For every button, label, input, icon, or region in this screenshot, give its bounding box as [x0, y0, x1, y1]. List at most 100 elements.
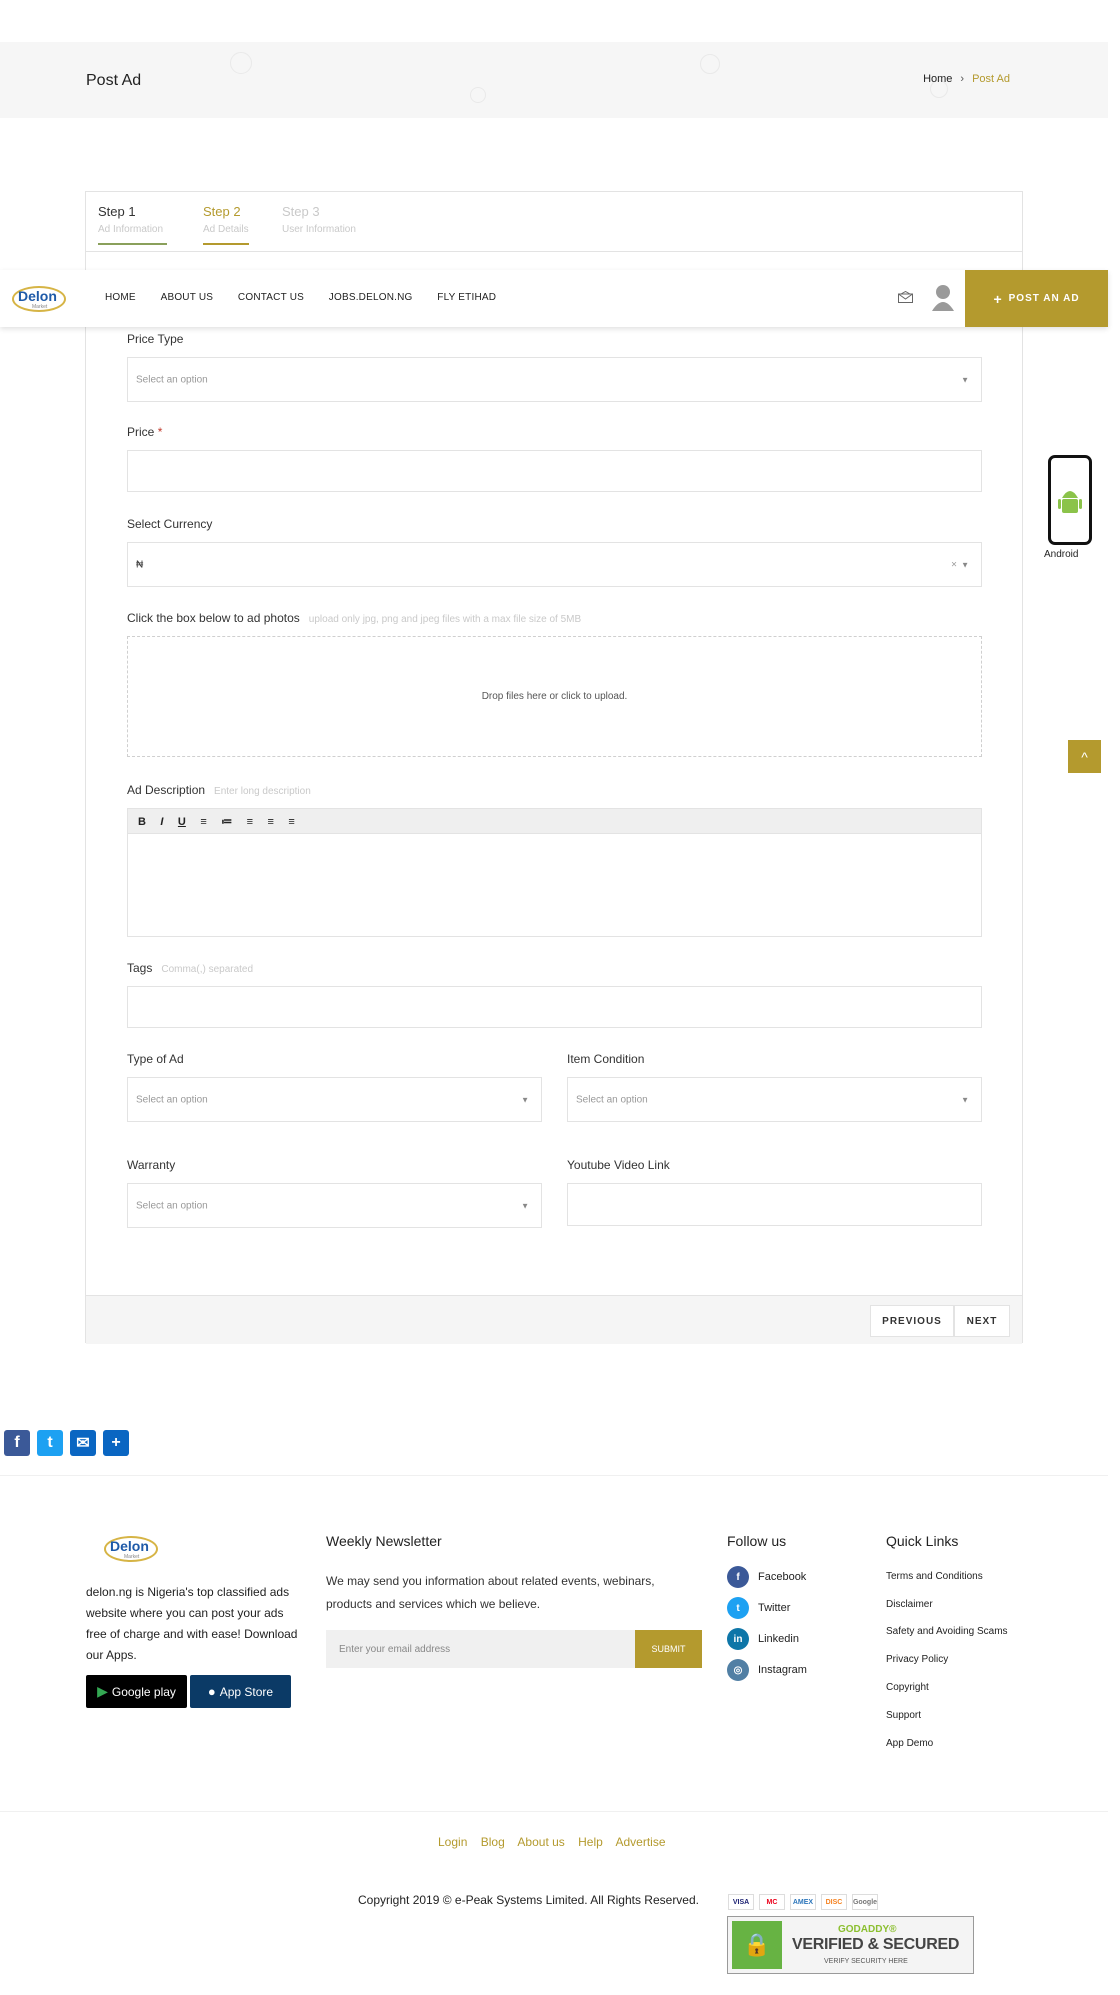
nav-fly-etihad[interactable]: FLY ETIHAD: [437, 292, 496, 303]
price-input[interactable]: [127, 450, 982, 492]
android-icon: [1053, 466, 1087, 532]
unordered-list-icon[interactable]: ≔: [221, 815, 232, 828]
facebook-icon: f: [727, 1566, 749, 1588]
align-right-icon[interactable]: ≡: [288, 816, 294, 828]
clear-icon[interactable]: ×: [951, 559, 957, 570]
footer-divider: [0, 1475, 1108, 1476]
page-banner: Post Ad Home › Post Ad: [0, 42, 1108, 118]
linkedin-icon: in: [727, 1628, 749, 1650]
bottom-link-help[interactable]: Help: [578, 1835, 603, 1849]
quick-link-disclaimer[interactable]: Disclaimer: [886, 1599, 933, 1610]
logo-text: Delon: [18, 288, 57, 304]
quick-link-privacy[interactable]: Privacy Policy: [886, 1654, 948, 1665]
lock-icon: 🔒: [732, 1921, 782, 1969]
quick-link-terms[interactable]: Terms and Conditions: [886, 1571, 983, 1582]
play-icon: ▶: [97, 1683, 108, 1699]
newsletter-email-input[interactable]: Enter your email address: [326, 1630, 635, 1668]
follow-linkedin[interactable]: in Linkedin: [727, 1628, 799, 1650]
twitter-share-icon[interactable]: t: [37, 1430, 63, 1456]
follow-us-title: Follow us: [727, 1533, 787, 1549]
breadcrumb-separator: ›: [960, 73, 965, 85]
quick-link-support[interactable]: Support: [886, 1710, 921, 1721]
quick-link-app-demo[interactable]: App Demo: [886, 1738, 933, 1749]
nav-jobs[interactable]: JOBS.DELON.NG: [329, 292, 413, 303]
price-type-select[interactable]: Select an option ▼: [127, 357, 982, 402]
bottom-link-blog[interactable]: Blog: [481, 1835, 505, 1849]
type-of-ad-select[interactable]: Select an option ▼: [127, 1077, 542, 1122]
scroll-to-top-button[interactable]: ^: [1068, 740, 1101, 773]
next-button[interactable]: NEXT: [954, 1305, 1010, 1337]
description-label-text: Ad Description: [127, 783, 206, 797]
footer-logo[interactable]: Delon Market: [104, 1534, 158, 1564]
follow-twitter[interactable]: t Twitter: [727, 1597, 790, 1619]
align-center-icon[interactable]: ≡: [268, 816, 274, 828]
item-condition-select[interactable]: Select an option ▼: [567, 1077, 982, 1122]
follow-instagram[interactable]: ◎ Instagram: [727, 1659, 807, 1681]
instagram-icon: ◎: [727, 1659, 749, 1681]
breadcrumb-home[interactable]: Home: [923, 73, 952, 85]
logo-subtext: Market: [124, 1554, 140, 1560]
user-avatar-icon[interactable]: [931, 283, 955, 313]
currency-value: ₦: [136, 559, 144, 570]
app-store-badge[interactable]: ● App Store: [190, 1675, 291, 1708]
description-editor[interactable]: [127, 834, 982, 937]
step-2-tab[interactable]: Step 2 Ad Details: [203, 204, 249, 245]
step-1-label: Step 1: [98, 204, 136, 219]
follow-instagram-label: Instagram: [758, 1664, 807, 1676]
bottom-link-about[interactable]: About us: [517, 1835, 564, 1849]
payment-cards: VISA MC AMEX DISC Google: [728, 1894, 883, 1910]
delon-logo[interactable]: Delon Market: [12, 284, 66, 314]
breadcrumb: Home › Post Ad: [923, 73, 1010, 85]
tags-hint: Comma(,) separated: [161, 964, 254, 975]
google-play-badge[interactable]: ▶ Google play: [86, 1675, 187, 1708]
bottom-link-login[interactable]: Login: [438, 1835, 467, 1849]
bottom-link-advertise[interactable]: Advertise: [616, 1835, 666, 1849]
newsletter-submit-button[interactable]: SUBMIT: [635, 1630, 702, 1668]
footer-about-text: delon.ng is Nigeria's top classified ads…: [86, 1585, 298, 1662]
follow-twitter-label: Twitter: [758, 1602, 791, 1614]
google-pay-icon: Google: [852, 1894, 878, 1910]
quick-link-safety[interactable]: Safety and Avoiding Scams: [886, 1626, 1008, 1637]
facebook-share-icon[interactable]: f: [4, 1430, 30, 1456]
item-condition-label: Item Condition: [567, 1052, 645, 1066]
chevron-down-icon: ▼: [521, 1095, 529, 1104]
nav-home[interactable]: HOME: [105, 292, 136, 303]
amex-card-icon: AMEX: [790, 1894, 816, 1910]
price-type-placeholder: Select an option: [136, 374, 208, 385]
youtube-input[interactable]: [567, 1183, 982, 1226]
add-share-icon[interactable]: +: [103, 1430, 129, 1456]
godaddy-brand: GODADDY®: [838, 1924, 897, 1935]
align-left-icon[interactable]: ≡: [247, 816, 253, 828]
price-label-text: Price: [127, 425, 155, 439]
photo-dropzone[interactable]: Drop files here or click to upload.: [127, 636, 982, 757]
godaddy-main-text: VERIFIED & SECURED: [792, 1936, 960, 1953]
step-2-sublabel: Ad Details: [203, 224, 249, 235]
post-an-ad-label: POST AN AD: [1008, 293, 1080, 304]
post-an-ad-button[interactable]: + POST AN AD: [965, 270, 1108, 327]
nav-about-us[interactable]: ABOUT US: [161, 292, 214, 303]
step-1-sublabel: Ad Information: [98, 224, 164, 235]
step-3-tab[interactable]: Step 3 User Information: [282, 204, 356, 243]
android-app-widget[interactable]: Android: [1044, 455, 1094, 565]
follow-facebook[interactable]: f Facebook: [727, 1566, 806, 1588]
godaddy-seal[interactable]: 🔒 GODADDY® VERIFIED & SECURED VERIFY SEC…: [727, 1916, 974, 1974]
warranty-select[interactable]: Select an option ▼: [127, 1183, 542, 1228]
bold-icon[interactable]: B: [138, 816, 146, 828]
previous-button[interactable]: PREVIOUS: [870, 1305, 954, 1337]
underline-icon[interactable]: U: [178, 816, 186, 828]
ordered-list-icon[interactable]: ≡: [200, 816, 206, 828]
quick-link-copyright[interactable]: Copyright: [886, 1682, 929, 1693]
email-share-icon[interactable]: ✉: [70, 1430, 96, 1456]
price-type-label: Price Type: [127, 332, 184, 346]
youtube-label: Youtube Video Link: [567, 1158, 670, 1172]
type-of-ad-placeholder: Select an option: [136, 1094, 208, 1105]
currency-select[interactable]: ₦ × ▼: [127, 542, 982, 587]
phone-icon: [1048, 455, 1092, 545]
italic-icon[interactable]: I: [160, 816, 163, 828]
tags-input[interactable]: [127, 986, 982, 1028]
discover-card-icon: DISC: [821, 1894, 847, 1910]
chevron-down-icon: ▼: [961, 560, 969, 569]
envelope-icon[interactable]: [898, 291, 913, 303]
step-1-tab[interactable]: Step 1 Ad Information: [98, 204, 168, 245]
nav-contact-us[interactable]: CONTACT US: [238, 292, 304, 303]
